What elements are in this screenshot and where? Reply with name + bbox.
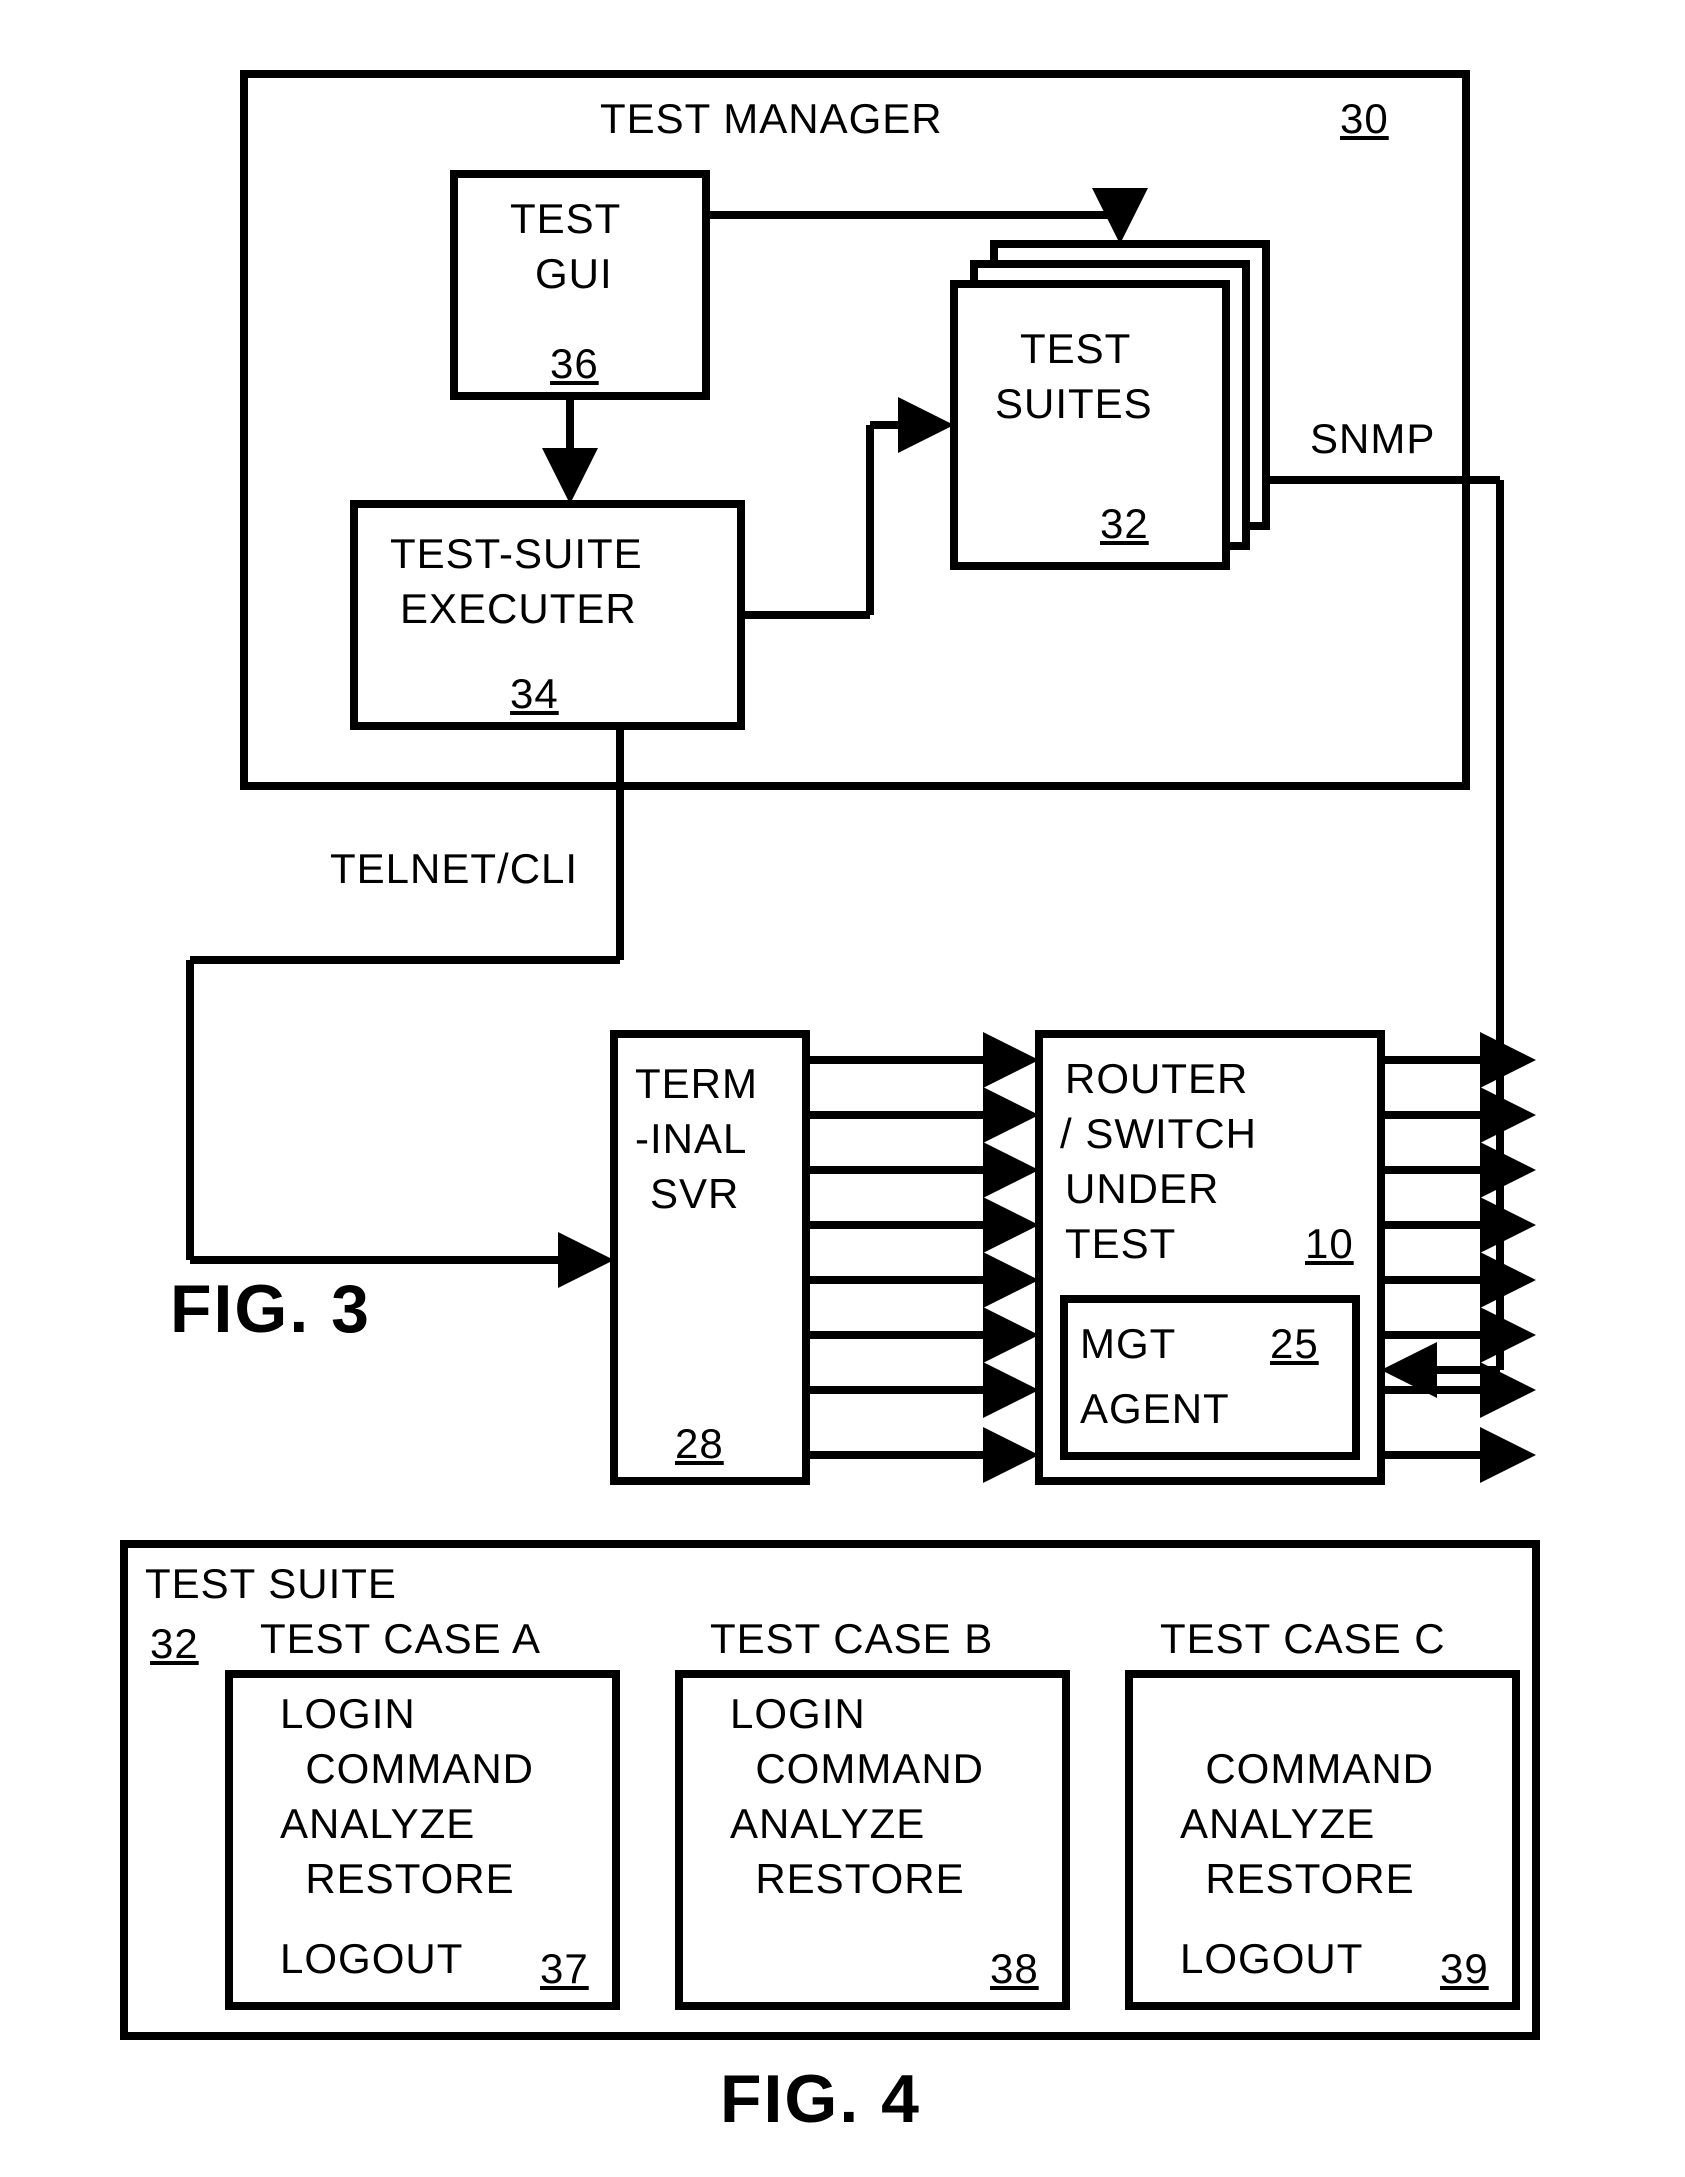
test-suite-title: TEST SUITE [145,1560,397,1608]
test-suites-num: 32 [1100,500,1149,548]
case-a-line-3: RESTORE [280,1855,515,1903]
case-a-line-2: ANALYZE [280,1800,475,1848]
mgt-line2: AGENT [1080,1385,1230,1433]
case-c-line-2: ANALYZE [1180,1800,1375,1848]
test-manager-title: TEST MANAGER [600,95,943,143]
term-line3: SVR [650,1170,739,1218]
case-b-title: TEST CASE B [710,1615,993,1663]
fig4-label: FIG. 4 [720,2060,921,2138]
executer-num: 34 [510,670,559,718]
term-num: 28 [675,1420,724,1468]
test-gui-line1: TEST [510,195,621,243]
case-a-line-1: COMMAND [280,1745,534,1793]
case-c-line-4: LOGOUT [1180,1935,1363,1983]
router-line2: / SWITCH [1060,1110,1257,1158]
case-a-num: 37 [540,1945,589,1993]
test-manager-num: 30 [1340,95,1389,143]
case-c-title: TEST CASE C [1160,1615,1446,1663]
telnet-label: TELNET/CLI [330,845,578,893]
case-a-line-4: LOGOUT [280,1935,463,1983]
router-line1: ROUTER [1065,1055,1248,1103]
test-gui-line2: GUI [535,250,613,298]
term-line1: TERM [635,1060,758,1108]
router-line4: TEST [1065,1220,1176,1268]
router-num: 10 [1305,1220,1354,1268]
mgt-line1: MGT [1080,1320,1176,1368]
case-c-line-1: COMMAND [1180,1745,1434,1793]
case-c-num: 39 [1440,1945,1489,1993]
router-line3: UNDER [1065,1165,1219,1213]
test-suites-line1: TEST [1020,325,1131,373]
case-b-line-0: LOGIN [730,1690,866,1738]
snmp-label: SNMP [1310,415,1435,463]
case-b-line-3: RESTORE [730,1855,965,1903]
case-b-line-2: ANALYZE [730,1800,925,1848]
term-line2: -INAL [635,1115,747,1163]
case-a-line-0: LOGIN [280,1690,416,1738]
executer-line2: EXECUTER [400,585,637,633]
test-suites-line2: SUITES [995,380,1153,428]
case-b-num: 38 [990,1945,1039,1993]
diagram-container: TEST MANAGER 30 TEST GUI 36 TEST SUITES … [60,40,1625,2137]
case-a-title: TEST CASE A [260,1615,541,1663]
test-suite-num: 32 [150,1620,199,1668]
test-gui-num: 36 [550,340,599,388]
mgt-agent-num: 25 [1270,1320,1319,1368]
case-b-line-1: COMMAND [730,1745,984,1793]
fig3-label: FIG. 3 [170,1270,371,1348]
case-c-line-3: RESTORE [1180,1855,1415,1903]
executer-line1: TEST-SUITE [390,530,643,578]
